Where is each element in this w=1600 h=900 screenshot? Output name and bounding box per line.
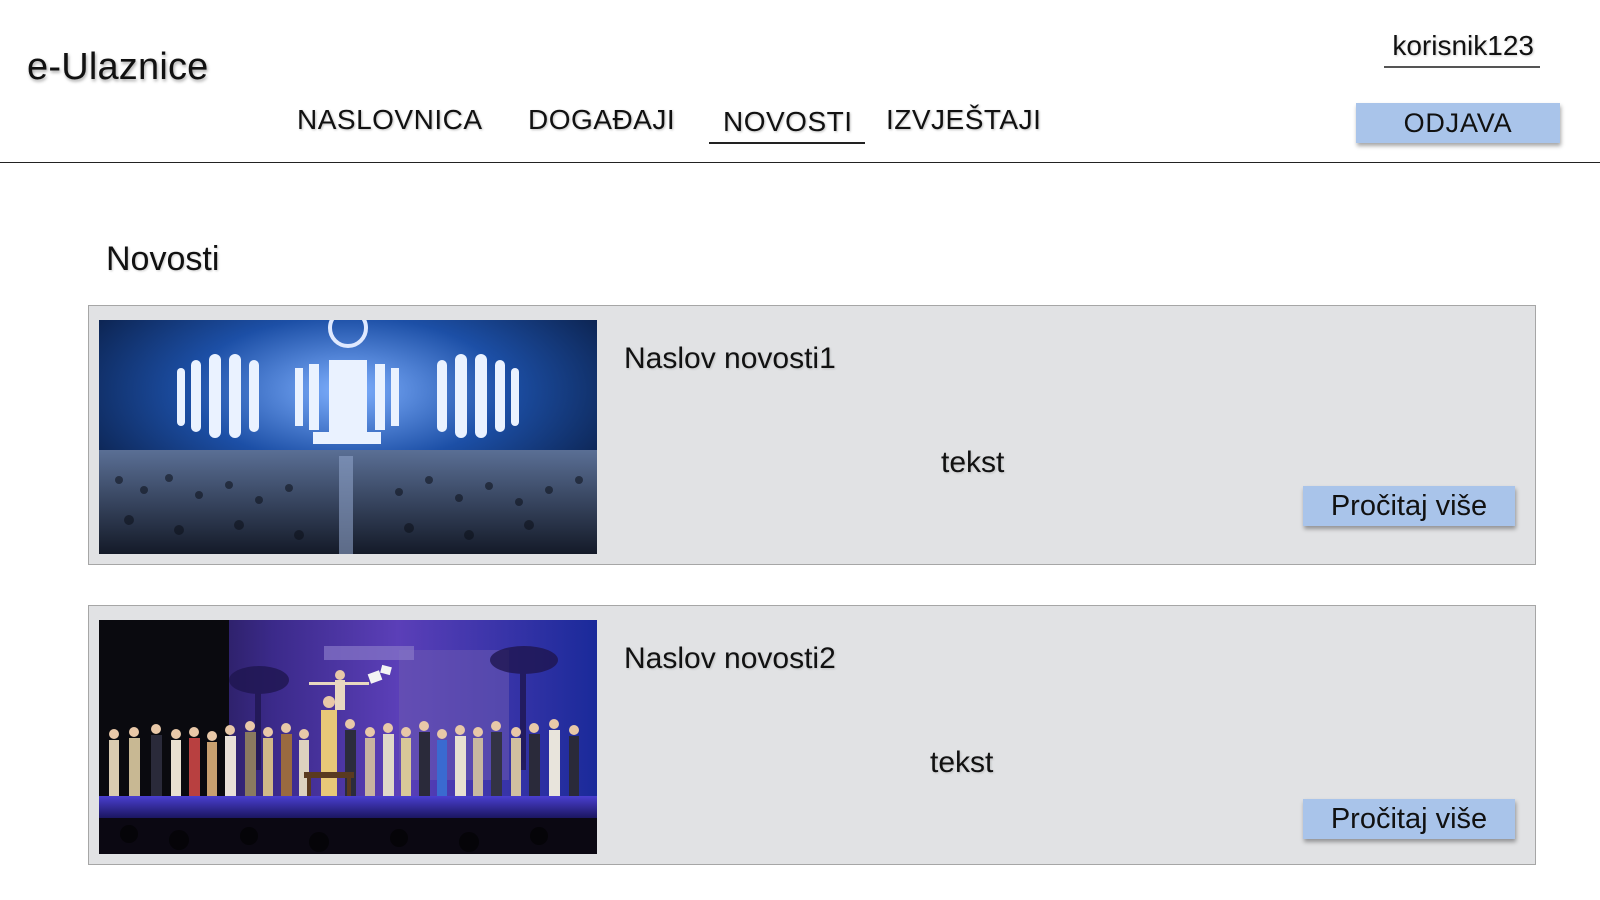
news-title[interactable]: Naslov novosti1 (624, 342, 836, 376)
read-more-button[interactable]: Pročitaj više (1303, 486, 1515, 526)
username-link[interactable]: korisnik123 (1384, 30, 1540, 68)
nav-item-dogadaji[interactable]: DOGAĐAJI (528, 104, 675, 136)
news-text: tekst (941, 446, 1005, 479)
app-logo[interactable]: e-Ulaznice (27, 46, 209, 89)
nav-item-izvjestaji[interactable]: IZVJEŠTAJI (886, 104, 1041, 136)
news-image-concert[interactable] (99, 320, 597, 554)
news-image-theatre[interactable] (99, 620, 597, 854)
news-card: Naslov novosti1 tekst Pročitaj više (88, 305, 1536, 565)
nav-item-naslovnica[interactable]: NASLOVNICA (297, 104, 483, 136)
concert-image-graphic (99, 320, 597, 554)
page-title: Novosti (106, 240, 220, 278)
news-card: Naslov novosti2 tekst Pročitaj više (88, 605, 1536, 865)
nav-item-novosti[interactable]: NOVOSTI (709, 106, 865, 144)
read-more-button[interactable]: Pročitaj više (1303, 799, 1515, 839)
news-text: tekst (930, 746, 994, 779)
theatre-image-graphic (99, 620, 597, 854)
logout-button[interactable]: ODJAVA (1356, 103, 1560, 143)
news-title[interactable]: Naslov novosti2 (624, 642, 836, 676)
header: e-Ulaznice NASLOVNICA DOGAĐAJI NOVOSTI I… (0, 0, 1600, 163)
